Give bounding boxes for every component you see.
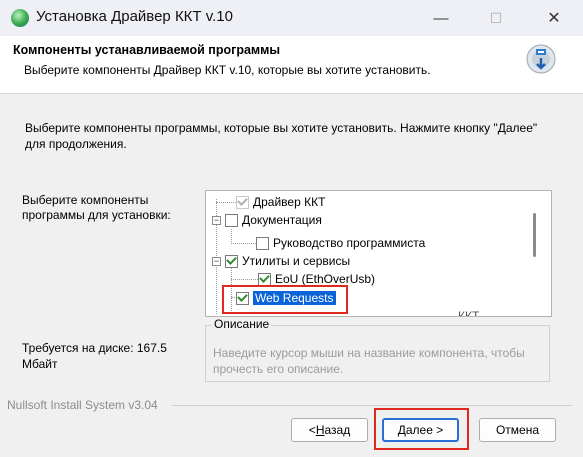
footer-divider (172, 405, 572, 406)
back-button-accel: Н (315, 423, 325, 437)
tree-item-docs[interactable]: − Документация (212, 211, 322, 229)
checkbox-icon[interactable] (236, 195, 249, 209)
tree-item-label: EoU (EthOverUsb) (275, 272, 376, 286)
checkbox-icon[interactable] (225, 213, 238, 227)
cancel-button[interactable]: Отмена (479, 418, 556, 442)
maximize-button[interactable]: ☐ (473, 0, 519, 36)
nsis-version-label: Nullsoft Install System v3.04 (7, 398, 162, 412)
description-text: Наведите курсор мыши на название компоне… (213, 346, 525, 376)
collapse-icon[interactable]: − (212, 256, 221, 266)
window-title: Установка Драйвер ККТ v.10 (36, 8, 233, 25)
tree-item-utilities[interactable]: − Утилиты и сервисы (212, 252, 350, 270)
highlight-web-requests (222, 285, 348, 314)
close-button[interactable]: ✕ (531, 0, 577, 36)
intro-text: Выберите компоненты программы, которые в… (25, 121, 538, 151)
highlight-next-button (374, 408, 469, 450)
tree-item-label: Руководство программиста (273, 236, 426, 250)
back-button-label: азад (324, 423, 351, 437)
back-button[interactable]: < Назад (291, 418, 368, 442)
minimize-button[interactable]: — (418, 0, 464, 36)
tree-item-label: Документация (242, 213, 322, 227)
collapse-icon[interactable]: − (212, 215, 221, 225)
description-legend: Описание (212, 317, 272, 331)
tree-item-label: Утилиты и сервисы (242, 254, 351, 268)
checkbox-icon[interactable] (225, 254, 238, 268)
page-title: Компоненты устанавливаемой программы (13, 43, 281, 57)
installer-disk-icon (526, 44, 556, 74)
checkbox-icon[interactable] (258, 272, 271, 286)
tree-item-driver[interactable]: Драйвер ККТ (236, 193, 325, 211)
choose-components-label: Выберите компоненты программы для устано… (22, 193, 171, 222)
checkbox-icon[interactable] (256, 236, 269, 250)
tree-item-programmer-guide[interactable]: Руководство программиста (256, 234, 425, 252)
tree-item-label: ККТ (458, 309, 480, 317)
installer-app-icon (11, 9, 29, 27)
tree-item-partial: ККТ (458, 307, 480, 317)
back-button-prefix: < (308, 423, 316, 437)
tree-scrollbar[interactable] (533, 213, 536, 257)
space-required-text: Требуется на диске: 167.5 Мбайт (22, 341, 167, 371)
page-subtitle: Выберите компоненты Драйвер ККТ v.10, ко… (24, 63, 431, 77)
tree-item-label: Драйвер ККТ (253, 195, 326, 209)
